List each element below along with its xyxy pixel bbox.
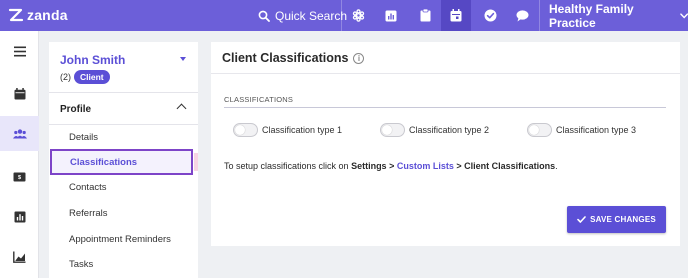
page-title-text: Client Classifications xyxy=(222,51,349,65)
menu-button[interactable] xyxy=(0,34,39,69)
svg-text:$: $ xyxy=(18,175,21,181)
divider xyxy=(341,0,342,31)
chevron-up-icon[interactable] xyxy=(176,103,187,114)
logo-text: zanda xyxy=(27,7,68,23)
analytics-icon xyxy=(13,251,26,263)
divider xyxy=(539,0,540,31)
setup-instructions: To setup classifications click on Settin… xyxy=(224,161,558,171)
divider xyxy=(49,92,198,93)
clipboard-icon xyxy=(420,9,430,22)
classification-toggle-2[interactable]: Classification type 2 xyxy=(380,123,489,137)
nav-calendar[interactable] xyxy=(0,76,39,111)
nav-clients[interactable] xyxy=(0,116,39,151)
toggle-label: Classification type 1 xyxy=(262,125,343,135)
toggle-switch[interactable] xyxy=(527,123,552,137)
toggle-switch[interactable] xyxy=(380,123,405,137)
client-count: (2) xyxy=(60,72,71,82)
chevron-down-icon xyxy=(679,12,688,18)
calendar-icon xyxy=(450,9,462,22)
sidebar-item-contacts[interactable]: Contacts xyxy=(49,174,198,200)
checkmark-icon xyxy=(577,216,586,223)
check-button[interactable] xyxy=(475,0,505,31)
breadcrumb-separator: > xyxy=(453,161,465,171)
divider xyxy=(224,107,666,108)
toggle-label: Classification type 2 xyxy=(409,125,490,135)
sidebar-item-classifications[interactable]: Classifications xyxy=(50,149,198,175)
nav-billing[interactable]: $ xyxy=(0,159,39,194)
nav-analytics[interactable] xyxy=(0,239,39,274)
setup-suffix: . xyxy=(555,161,558,171)
classification-toggle-1[interactable]: Classification type 1 xyxy=(233,123,342,137)
classifications-heading: CLASSIFICATIONS xyxy=(224,95,294,104)
sidebar-item-label: Details xyxy=(69,131,99,143)
sidebar-item-label: Appointment Reminders xyxy=(69,233,171,245)
settings-cog-icon xyxy=(352,9,364,22)
practice-name: Healthy Family Practice xyxy=(549,1,634,30)
search-icon xyxy=(258,10,270,22)
sidebar-item-details[interactable]: Details xyxy=(49,124,198,150)
client-badge: Client xyxy=(74,70,110,84)
reports-button[interactable] xyxy=(376,0,406,31)
settings-cog-button[interactable] xyxy=(343,0,373,31)
billing-icon: $ xyxy=(13,172,26,181)
practice-selector[interactable]: Healthy Family Practice xyxy=(549,0,688,31)
tasks-button[interactable] xyxy=(410,0,440,31)
sidebar-item-referrals[interactable]: Referrals xyxy=(49,200,198,226)
client-classifications-card: Client Classifications i CLASSIFICATIONS… xyxy=(211,42,680,246)
divider xyxy=(211,73,680,74)
client-side-panel: John Smith (2) Client Profile Details Cl… xyxy=(49,42,198,278)
breadcrumb-separator: > xyxy=(386,161,397,171)
classification-toggle-3[interactable]: Classification type 3 xyxy=(527,123,636,137)
info-icon[interactable]: i xyxy=(353,52,365,64)
client-classifications-label: Client Classifications xyxy=(464,161,556,171)
quick-search-label: Quick Search xyxy=(275,8,348,23)
toggle-knob xyxy=(382,125,392,135)
toggle-label: Classification type 3 xyxy=(556,125,637,135)
client-meta: (2) Client xyxy=(60,70,110,84)
calendar-button[interactable] xyxy=(441,0,471,31)
zanda-logo-icon xyxy=(8,8,24,22)
toggle-switch[interactable] xyxy=(233,123,258,137)
clients-icon xyxy=(12,128,27,138)
save-changes-label: SAVE CHANGES xyxy=(590,215,656,224)
reports-icon xyxy=(14,211,25,222)
chat-icon xyxy=(516,9,528,21)
left-nav: $ xyxy=(0,31,39,278)
setup-prefix: To setup classifications click on xyxy=(224,161,352,171)
reports-chart-icon xyxy=(385,10,397,21)
chat-button[interactable] xyxy=(507,0,537,31)
sidebar-item-appointment-reminders[interactable]: Appointment Reminders xyxy=(49,226,198,252)
toggle-knob xyxy=(235,125,245,135)
client-name[interactable]: John Smith xyxy=(60,53,125,67)
sidebar-item-label: Referrals xyxy=(69,207,108,219)
sidebar-item-tasks[interactable]: Tasks xyxy=(49,251,198,277)
profile-section-title[interactable]: Profile xyxy=(60,104,91,115)
top-bar: zanda Quick Search Healthy Family Practi… xyxy=(0,0,688,31)
menu-icon xyxy=(13,46,26,57)
quick-search-button[interactable]: Quick Search xyxy=(250,0,355,31)
nav-reports[interactable] xyxy=(0,199,39,234)
sidebar-item-label: Classifications xyxy=(70,156,138,168)
settings-link[interactable]: Settings xyxy=(351,161,387,171)
toggle-knob xyxy=(529,125,539,135)
sidebar-item-label: Contacts xyxy=(69,181,107,193)
calendar-icon xyxy=(14,87,25,99)
custom-lists-link[interactable]: Custom Lists xyxy=(397,161,454,171)
sidebar-item-label: Tasks xyxy=(69,258,94,270)
check-circle-icon xyxy=(484,9,496,22)
page-title: Client Classifications i xyxy=(222,51,365,65)
save-changes-button[interactable]: SAVE CHANGES xyxy=(567,206,666,233)
zanda-logo[interactable]: zanda xyxy=(8,5,68,25)
client-dropdown-caret-icon[interactable] xyxy=(180,57,186,61)
